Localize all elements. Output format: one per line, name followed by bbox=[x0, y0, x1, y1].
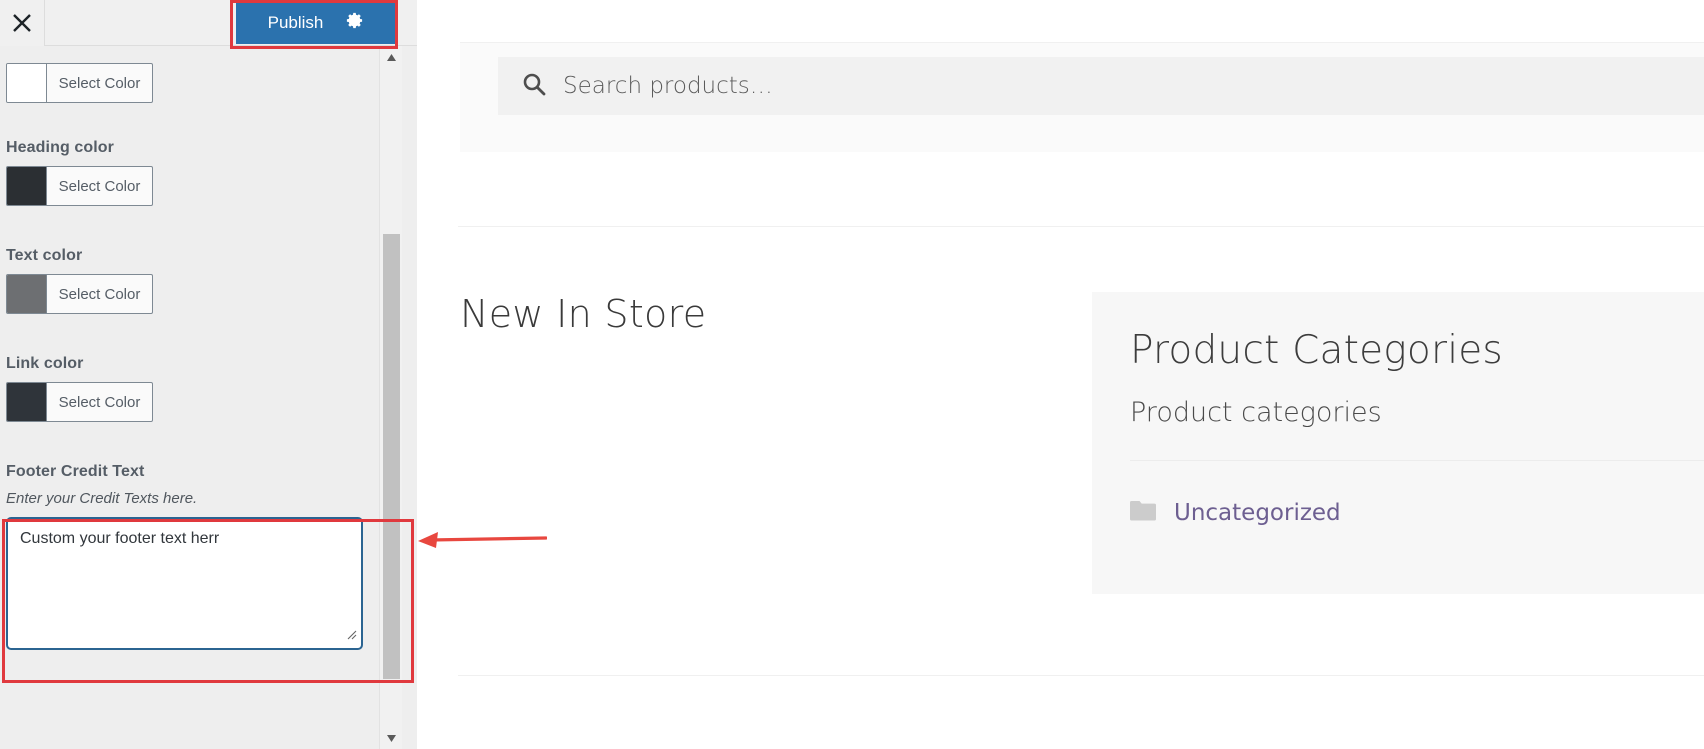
footer-credit-label: Footer Credit Text bbox=[6, 463, 145, 480]
scrollbar-up-button[interactable] bbox=[380, 46, 403, 68]
product-categories-widget: Product Categories Product categories Un… bbox=[1092, 292, 1704, 594]
link-color-label: Link color bbox=[6, 355, 84, 372]
folder-icon bbox=[1130, 500, 1156, 526]
customizer-controls-scroll[interactable]: Select Color Heading color Select Color … bbox=[0, 46, 417, 749]
category-list-item[interactable]: Uncategorized bbox=[1130, 500, 1341, 526]
color-picker-link-label: Select Color bbox=[58, 393, 141, 411]
chevron-down-icon bbox=[387, 729, 396, 747]
color-picker-text-label: Select Color bbox=[58, 285, 141, 303]
site-preview: Search products… New In Store Product Ca… bbox=[418, 0, 1704, 749]
new-in-store-heading: New In Store bbox=[460, 292, 707, 336]
search-placeholder-text: Search products… bbox=[563, 73, 773, 99]
product-search-field[interactable]: Search products… bbox=[498, 57, 1704, 115]
customizer-header: Publish bbox=[0, 0, 417, 46]
publish-button[interactable]: Publish bbox=[236, 2, 396, 44]
color-swatch-link[interactable] bbox=[7, 383, 47, 421]
product-categories-subtitle: Product categories bbox=[1130, 397, 1382, 428]
publish-button-label: Publish bbox=[267, 13, 324, 32]
search-icon bbox=[522, 72, 546, 101]
heading-color-label: Heading color bbox=[6, 139, 114, 156]
chevron-up-icon bbox=[387, 48, 396, 66]
color-swatch-heading[interactable] bbox=[7, 167, 47, 205]
color-picker-heading[interactable]: Select Color bbox=[6, 166, 153, 206]
preview-bottom-divider bbox=[458, 675, 1704, 676]
color-picker-0[interactable]: Select Color bbox=[6, 63, 153, 103]
customizer-scrollbar[interactable] bbox=[379, 46, 402, 749]
control-text-color: Text color Select Color bbox=[6, 247, 153, 314]
control-color-0: Select Color bbox=[6, 63, 153, 103]
footer-credit-description: Enter your Credit Texts here. bbox=[6, 490, 198, 507]
scrollbar-down-button[interactable] bbox=[380, 727, 403, 749]
close-customizer-button[interactable] bbox=[0, 0, 45, 46]
color-picker-heading-label: Select Color bbox=[58, 177, 141, 195]
color-swatch-0[interactable] bbox=[7, 64, 47, 102]
customizer-screen: Publish Select Color Heading color Selec… bbox=[0, 0, 1704, 749]
customizer-panel: Publish Select Color Heading color Selec… bbox=[0, 0, 417, 749]
scrollbar-thumb[interactable] bbox=[383, 234, 400, 679]
color-swatch-text[interactable] bbox=[7, 275, 47, 313]
category-link-uncategorized[interactable]: Uncategorized bbox=[1174, 500, 1341, 526]
preview-header-bar: Search products… bbox=[460, 42, 1704, 152]
product-categories-title: Product Categories bbox=[1130, 328, 1503, 373]
color-picker-link[interactable]: Select Color bbox=[6, 382, 153, 422]
text-color-label: Text color bbox=[6, 247, 83, 264]
control-footer-credit-text: Footer Credit Text Enter your Credit Tex… bbox=[6, 463, 363, 650]
color-picker-text[interactable]: Select Color bbox=[6, 274, 153, 314]
gear-icon[interactable] bbox=[345, 11, 364, 35]
control-link-color: Link color Select Color bbox=[6, 355, 153, 422]
close-icon bbox=[11, 12, 33, 34]
footer-credit-textarea[interactable] bbox=[6, 517, 363, 650]
product-categories-divider bbox=[1130, 460, 1704, 461]
color-picker-0-label: Select Color bbox=[58, 74, 141, 92]
preview-divider bbox=[458, 226, 1704, 227]
control-heading-color: Heading color Select Color bbox=[6, 139, 153, 206]
